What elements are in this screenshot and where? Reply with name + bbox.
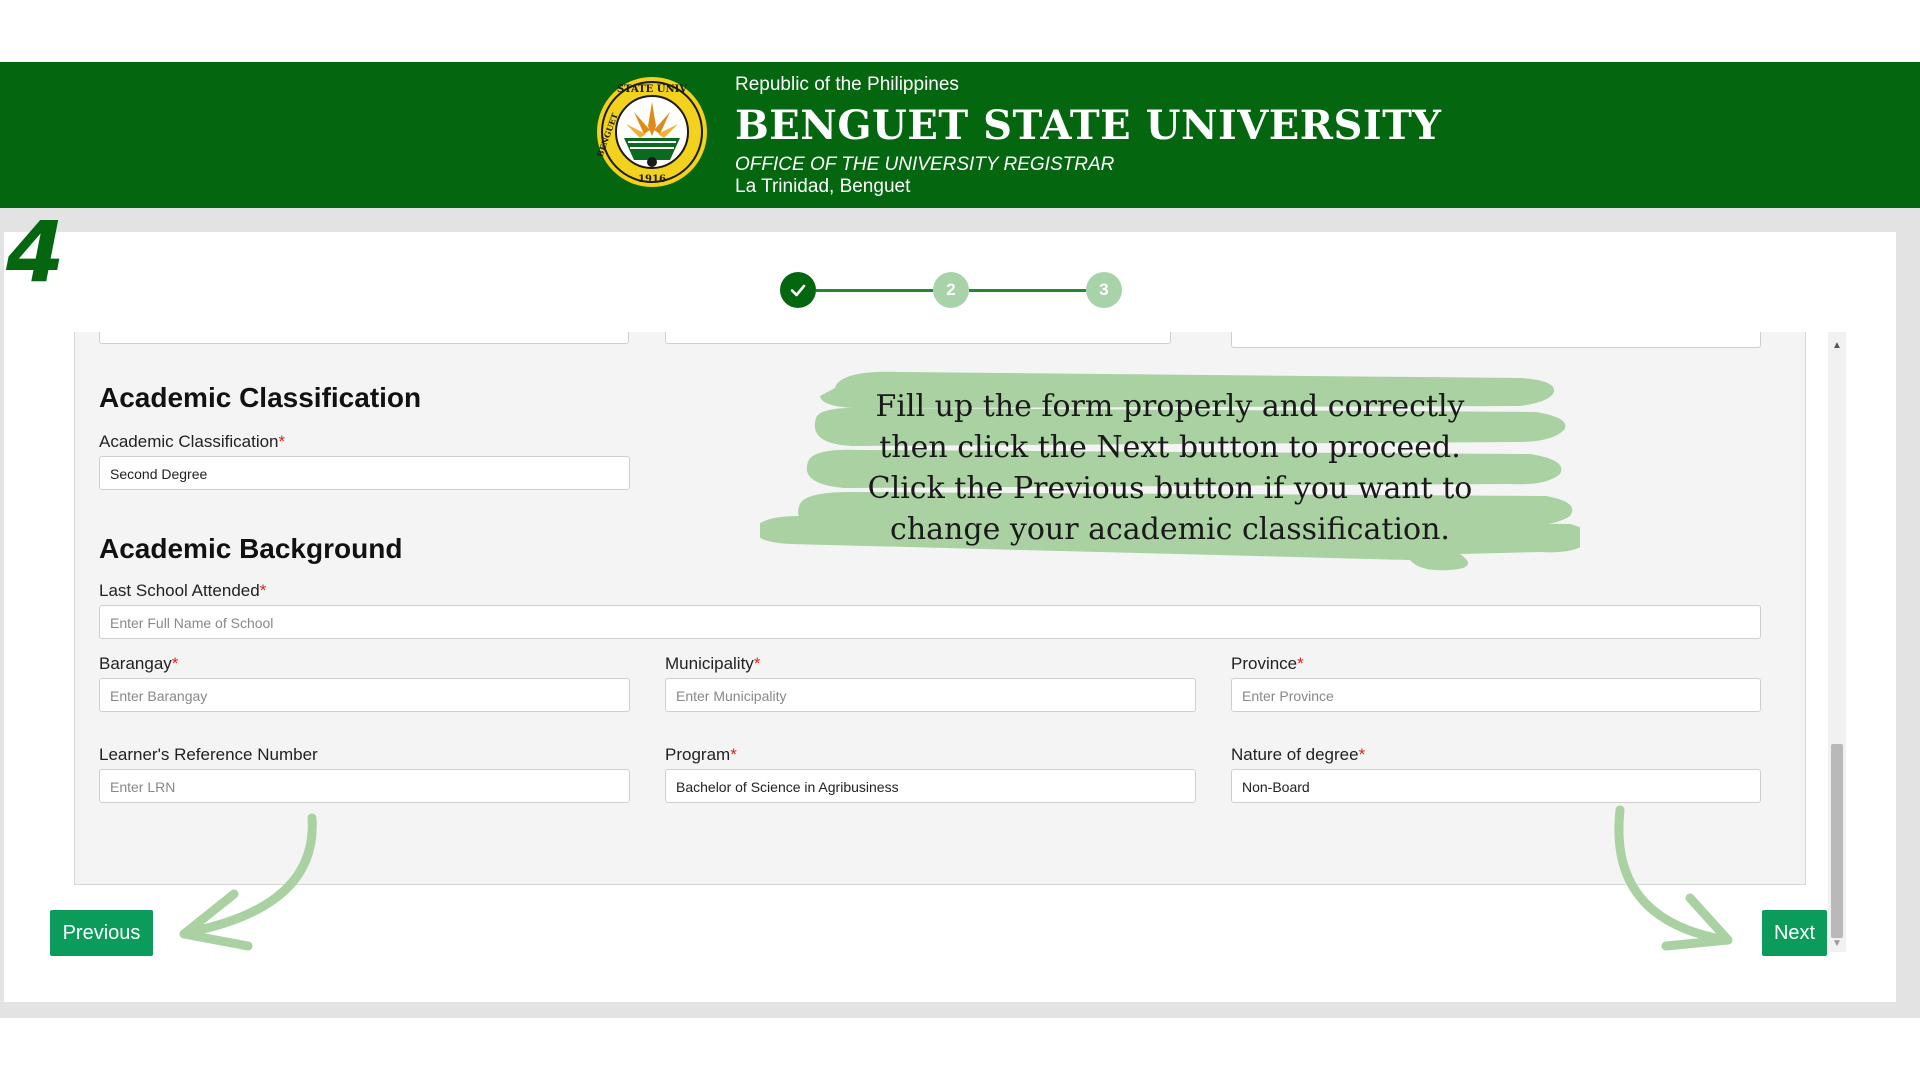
check-icon — [790, 284, 806, 297]
next-button[interactable]: Next — [1762, 910, 1827, 956]
required-marker: * — [171, 654, 179, 673]
university-seal-logo: STATE UNIV BENGUET 1916 — [596, 77, 707, 187]
instruction-line: change your academic classification. — [890, 512, 1450, 547]
previous-section-field[interactable] — [665, 332, 1171, 344]
last-school-input[interactable]: Enter Full Name of School — [99, 605, 1761, 639]
instruction-text: Fill up the form properly and correctly … — [820, 386, 1520, 550]
scroll-up-arrow-icon[interactable]: ▲ — [1832, 340, 1842, 351]
instruction-line: Fill up the form properly and correctly — [875, 389, 1465, 424]
province-input[interactable]: Enter Province — [1231, 678, 1761, 712]
seal-year: 1916 — [638, 174, 666, 185]
seal-top-text: STATE UNIV — [617, 84, 687, 95]
stepper-connector — [816, 289, 933, 292]
instruction-line: Click the Previous button if you want to — [867, 471, 1473, 506]
arrow-to-next-icon — [1614, 805, 1733, 951]
label-academic-classification: Academic Classification* — [99, 432, 286, 451]
municipality-input[interactable]: Enter Municipality — [665, 678, 1196, 712]
label-lrn: Learner's Reference Number — [99, 745, 318, 764]
stepper-connector — [969, 289, 1086, 292]
label-barangay: Barangay* — [99, 654, 179, 673]
previous-section-field[interactable] — [99, 332, 629, 344]
arrow-to-previous-icon — [179, 813, 317, 951]
instruction-line: then click the Next button to proceed. — [879, 430, 1461, 465]
form-scrollbar[interactable]: ▲ ▼ — [1828, 332, 1846, 952]
label-program: Program* — [665, 745, 737, 764]
step-1-complete — [780, 272, 816, 308]
step-2: 2 — [933, 272, 969, 308]
instruction-annotation: Fill up the form properly and correctly … — [760, 366, 1580, 576]
step-3: 3 — [1086, 272, 1122, 308]
header-location: La Trinidad, Benguet — [735, 176, 911, 197]
header-university-name: BENGUET STATE UNIVERSITY — [735, 102, 1442, 149]
label-province: Province* — [1231, 654, 1304, 673]
scroll-down-arrow-icon[interactable]: ▼ — [1832, 938, 1842, 949]
lrn-input[interactable]: Enter LRN — [99, 769, 630, 803]
progress-stepper: 2 3 — [780, 272, 1122, 308]
previous-section-field[interactable] — [1231, 332, 1761, 348]
label-municipality: Municipality* — [665, 654, 761, 673]
required-marker: * — [278, 432, 286, 451]
academic-classification-select[interactable]: Second Degree — [99, 456, 630, 490]
required-marker: * — [730, 745, 737, 764]
label-last-school: Last School Attended* — [99, 581, 267, 600]
label-nature-of-degree: Nature of degree* — [1231, 745, 1366, 764]
header-republic: Republic of the Philippines — [735, 74, 959, 95]
required-marker: * — [1297, 654, 1304, 673]
required-marker: * — [1358, 745, 1366, 764]
header-office: OFFICE OF THE UNIVERSITY REGISTRAR — [735, 154, 1115, 175]
step-number-badge: 4 — [6, 203, 65, 301]
section-title-academic-classification: Academic Classification — [99, 382, 422, 413]
program-select[interactable]: Bachelor of Science in Agribusiness — [665, 769, 1196, 803]
section-title-academic-background: Academic Background — [99, 533, 403, 564]
nature-of-degree-select[interactable]: Non-Board — [1231, 769, 1761, 803]
scrollbar-thumb[interactable] — [1831, 744, 1843, 938]
university-header: STATE UNIV BENGUET 1916 Republic of the … — [0, 62, 1920, 208]
required-marker: * — [259, 581, 267, 600]
required-marker: * — [753, 654, 761, 673]
barangay-input[interactable]: Enter Barangay — [99, 678, 630, 712]
previous-button[interactable]: Previous — [50, 910, 153, 956]
